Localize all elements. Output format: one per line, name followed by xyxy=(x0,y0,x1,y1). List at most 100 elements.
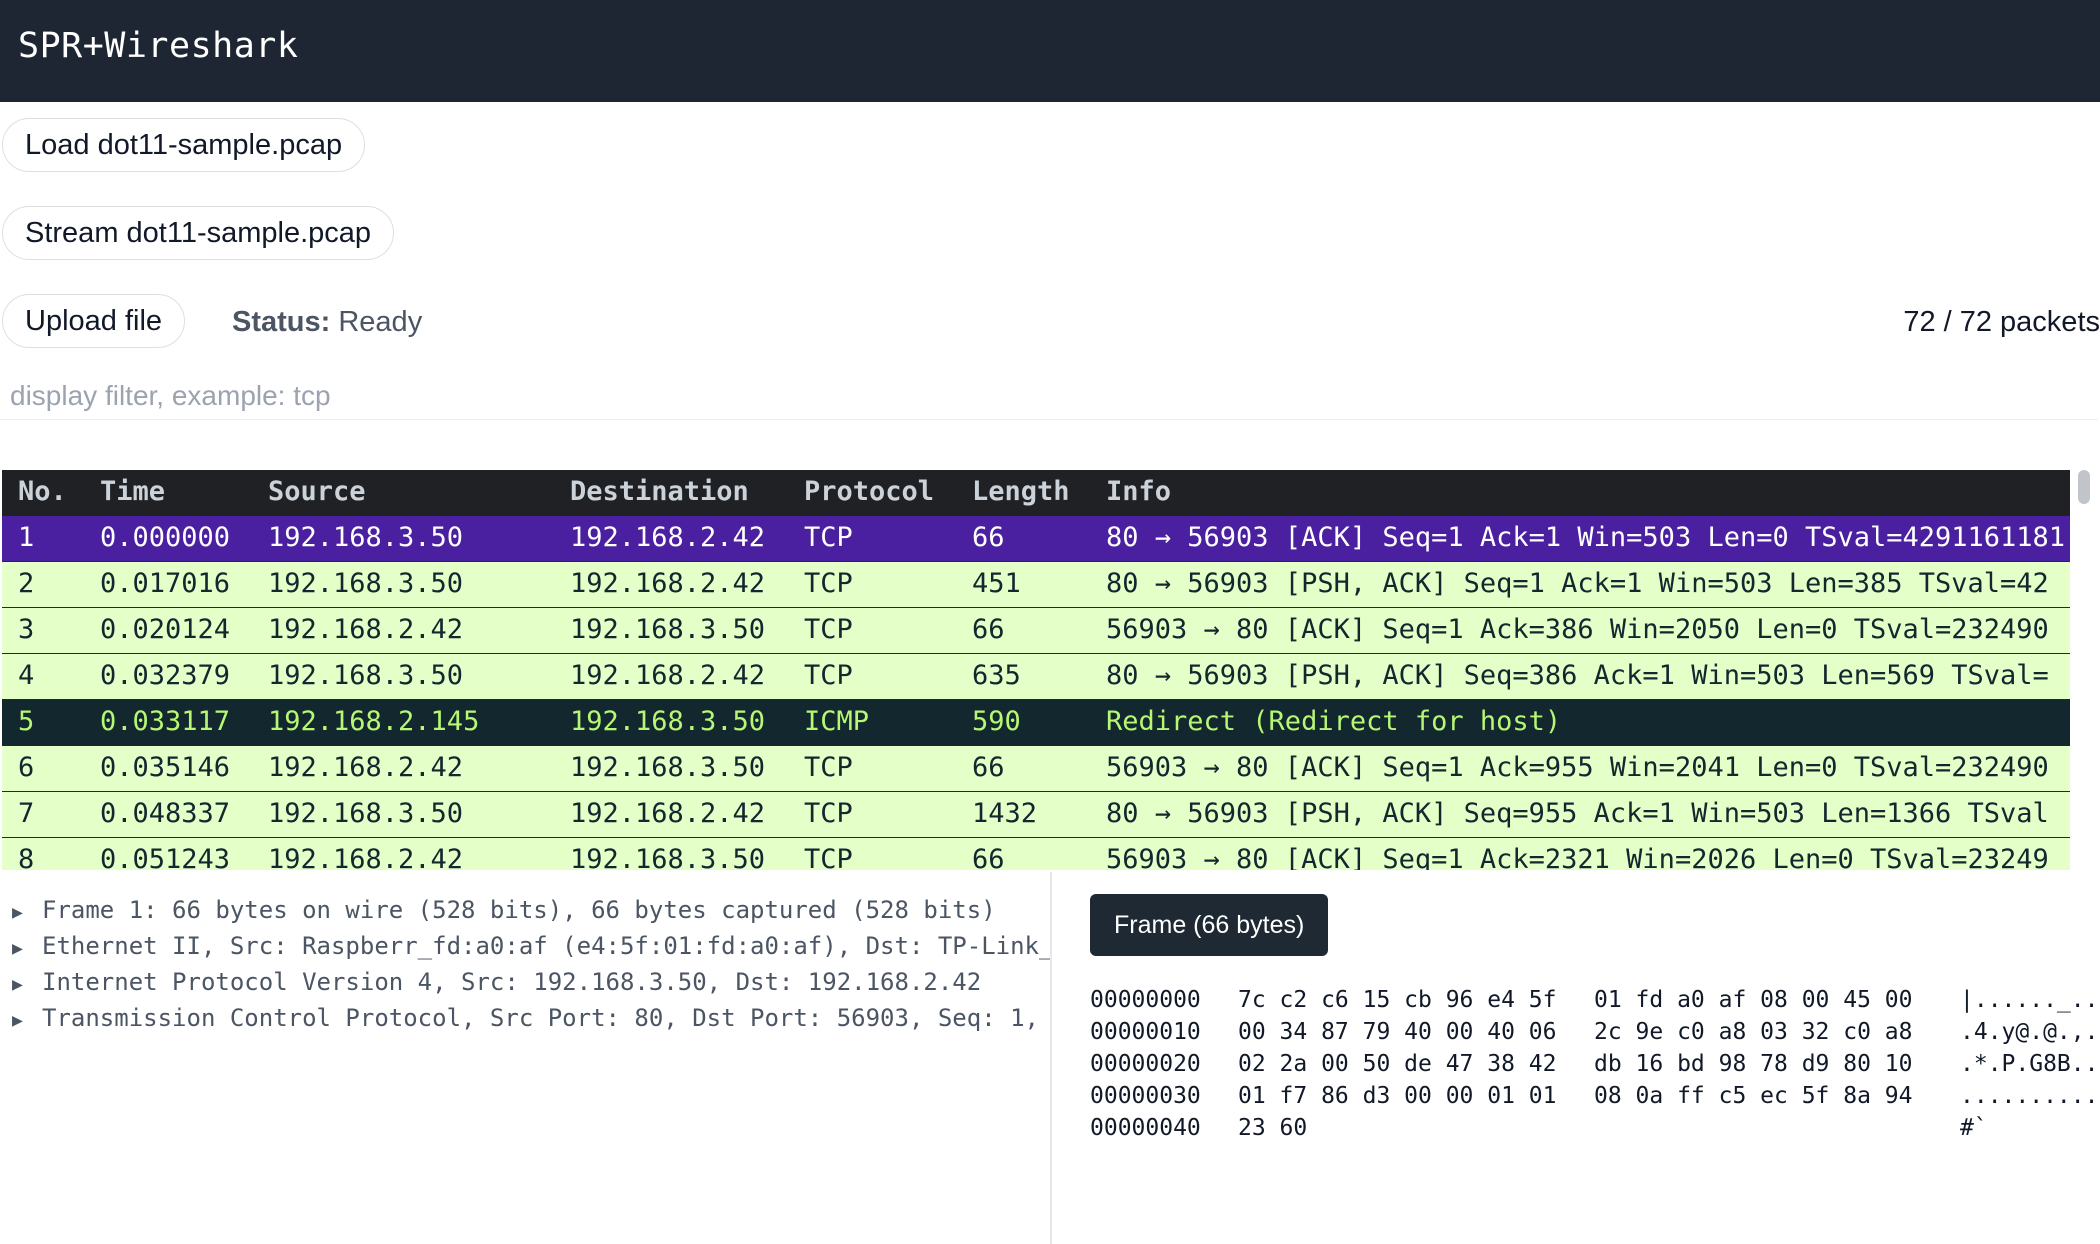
packet-row[interactable]: 7 0.048337 192.168.3.50 192.168.2.42 TCP 1432… xyxy=(2,792,2070,838)
cell-destination: 192.168.2.42 xyxy=(570,568,766,599)
packet-row[interactable]: 3 0.020124 192.168.2.42 192.168.3.50 TCP 66 56… xyxy=(2,608,2070,654)
expand-arrow-icon[interactable]: ▶ xyxy=(12,1003,42,1039)
hex-offset[interactable]: 00000030 xyxy=(1090,1080,1201,1112)
packet-list-header: No. Time Source Destination Protocol Len… xyxy=(2,470,2070,516)
cell-time: 0.051243 xyxy=(100,844,231,870)
cell-source: 192.168.3.50 xyxy=(268,798,464,829)
expand-arrow-icon[interactable]: ▶ xyxy=(12,967,42,1003)
cell-source: 192.168.3.50 xyxy=(268,522,464,553)
stream-sample-button[interactable]: Stream dot11-sample.pcap xyxy=(2,206,395,260)
cell-info: 56903 → 80 [ACK] Seq=1 Ack=955 Win=2041 … xyxy=(1106,752,2049,783)
cell-protocol: TCP xyxy=(804,568,853,599)
cell-no: 8 xyxy=(18,844,35,870)
hex-offset[interactable]: 00000020 xyxy=(1090,1048,1201,1080)
hex-offset[interactable]: 00000040 xyxy=(1090,1112,1201,1144)
cell-time: 0.032379 xyxy=(100,660,231,691)
hex-bytes[interactable]: db 16 bd 98 78 d9 80 10 xyxy=(1594,1048,1913,1080)
cell-length: 590 xyxy=(972,706,1021,737)
cell-info: 56903 → 80 [ACK] Seq=1 Ack=386 Win=2050 … xyxy=(1106,614,2049,645)
frame-bytes-tab[interactable]: Frame (66 bytes) xyxy=(1090,894,1329,956)
load-sample-button[interactable]: Load dot11-sample.pcap xyxy=(2,118,366,172)
hex-bytes[interactable]: 08 0a ff c5 ec 5f 8a 94 xyxy=(1594,1080,1913,1112)
cell-protocol: TCP xyxy=(804,660,853,691)
packet-row[interactable]: 6 0.035146 192.168.2.42 192.168.3.50 TCP 66 56… xyxy=(2,746,2070,792)
tree-item-frame[interactable]: ▶ Frame 1: 66 bytes on wire (528 bits), 6… xyxy=(12,892,996,928)
column-header-time[interactable]: Time xyxy=(100,470,165,514)
cell-no: 6 xyxy=(18,752,35,783)
tree-item-ethernet[interactable]: ▶ Ethernet II, Src: Raspberr_fd:a0:af (e4… xyxy=(12,928,1050,964)
cell-info: 80 → 56903 [PSH, ACK] Seq=1 Ack=1 Win=50… xyxy=(1106,568,2049,599)
status-value: Ready xyxy=(338,306,423,338)
cell-time: 0.048337 xyxy=(100,798,231,829)
cell-info: 80 → 56903 [PSH, ACK] Seq=386 Ack=1 Win=… xyxy=(1106,660,2049,691)
cell-no: 7 xyxy=(18,798,35,829)
hex-bytes[interactable]: 2c 9e c0 a8 03 32 c0 a8 xyxy=(1594,1016,1913,1048)
packet-row[interactable]: 1 0.000000 192.168.3.50 192.168.2.42 TCP 66 80… xyxy=(2,516,2070,562)
cell-time: 0.033117 xyxy=(100,706,231,737)
cell-destination: 192.168.2.42 xyxy=(570,798,766,829)
cell-destination: 192.168.2.42 xyxy=(570,522,766,553)
tree-item-ip[interactable]: ▶ Internet Protocol Version 4, Src: 192.1… xyxy=(12,964,981,1000)
packet-list[interactable]: No. Time Source Destination Protocol Len… xyxy=(2,470,2070,870)
status-label: Status: xyxy=(232,306,331,338)
hex-bytes[interactable]: 01 f7 86 d3 00 00 01 01 xyxy=(1238,1080,1557,1112)
hex-ascii[interactable]: ............ xyxy=(1960,1080,2100,1112)
app-title: SPR+Wireshark xyxy=(18,26,299,66)
cell-no: 4 xyxy=(18,660,35,691)
cell-no: 1 xyxy=(18,522,35,553)
expand-arrow-icon[interactable]: ▶ xyxy=(12,931,42,967)
cell-length: 635 xyxy=(972,660,1021,691)
cell-no: 5 xyxy=(18,706,35,737)
cell-info: Redirect (Redirect for host) xyxy=(1106,706,1562,737)
hex-ascii[interactable]: #` xyxy=(1960,1112,1988,1144)
cell-destination: 192.168.2.42 xyxy=(570,660,766,691)
hex-ascii[interactable]: .*.P.G8B.... xyxy=(1960,1048,2100,1080)
cell-time: 0.000000 xyxy=(100,522,231,553)
packet-row[interactable]: 8 0.051243 192.168.2.42 192.168.3.50 TCP 66 56… xyxy=(2,838,2070,870)
cell-source: 192.168.2.42 xyxy=(268,844,464,870)
cell-info: 80 → 56903 [PSH, ACK] Seq=955 Ack=1 Win=… xyxy=(1106,798,2049,829)
cell-length: 66 xyxy=(972,752,1005,783)
cell-length: 66 xyxy=(972,614,1005,645)
cell-time: 0.035146 xyxy=(100,752,231,783)
packet-row[interactable]: 5 0.033117 192.168.2.145 192.168.3.50 ICMP 59… xyxy=(2,700,2070,746)
hex-ascii[interactable]: |......_.... xyxy=(1960,984,2100,1016)
cell-destination: 192.168.3.50 xyxy=(570,752,766,783)
column-header-info[interactable]: Info xyxy=(1106,470,1171,514)
tree-item-tcp[interactable]: ▶ Transmission Control Protocol, Src Port… xyxy=(12,1000,1039,1036)
app-header: SPR+Wireshark xyxy=(0,0,2100,102)
column-header-destination[interactable]: Destination xyxy=(570,470,749,514)
packet-row[interactable]: 4 0.032379 192.168.3.50 192.168.2.42 TCP 635 8… xyxy=(2,654,2070,700)
cell-length: 66 xyxy=(972,522,1005,553)
column-header-source[interactable]: Source xyxy=(268,470,366,514)
expand-arrow-icon[interactable]: ▶ xyxy=(12,895,42,931)
hex-ascii[interactable]: .4.y@.@.,... xyxy=(1960,1016,2100,1048)
hex-bytes[interactable]: 01 fd a0 af 08 00 45 00 xyxy=(1594,984,1913,1016)
hex-offset[interactable]: 00000000 xyxy=(1090,984,1201,1016)
hex-bytes[interactable]: 00 34 87 79 40 00 40 06 xyxy=(1238,1016,1557,1048)
upload-file-button[interactable]: Upload file xyxy=(2,294,186,348)
packet-bytes-pane: Frame (66 bytes) 00000000 7c c2 c6 15 cb … xyxy=(1052,872,2100,1244)
cell-protocol: TCP xyxy=(804,614,853,645)
column-header-no[interactable]: No. xyxy=(18,470,67,514)
cell-length: 66 xyxy=(972,844,1005,870)
cell-protocol: TCP xyxy=(804,522,853,553)
cell-protocol: TCP xyxy=(804,752,853,783)
packet-row[interactable]: 2 0.017016 192.168.3.50 192.168.2.42 TCP 451 8… xyxy=(2,562,2070,608)
cell-source: 192.168.2.42 xyxy=(268,614,464,645)
packet-count: 72 / 72 packets xyxy=(1903,306,2100,338)
hex-offset[interactable]: 00000010 xyxy=(1090,1016,1201,1048)
packet-list-scrollbar[interactable] xyxy=(2070,470,2100,870)
column-header-protocol[interactable]: Protocol xyxy=(804,470,934,514)
cell-source: 192.168.3.50 xyxy=(268,660,464,691)
cell-protocol: ICMP xyxy=(804,706,870,737)
hex-bytes[interactable]: 7c c2 c6 15 cb 96 e4 5f xyxy=(1238,984,1557,1016)
scrollbar-thumb[interactable] xyxy=(2078,470,2090,504)
cell-no: 2 xyxy=(18,568,35,599)
column-header-length[interactable]: Length xyxy=(972,470,1070,514)
display-filter-input[interactable] xyxy=(0,372,2098,420)
cell-destination: 192.168.3.50 xyxy=(570,706,766,737)
hex-bytes[interactable]: 02 2a 00 50 de 47 38 42 xyxy=(1238,1048,1557,1080)
hex-bytes[interactable]: 23 60 xyxy=(1238,1112,1307,1144)
cell-source: 192.168.2.145 xyxy=(268,706,480,737)
